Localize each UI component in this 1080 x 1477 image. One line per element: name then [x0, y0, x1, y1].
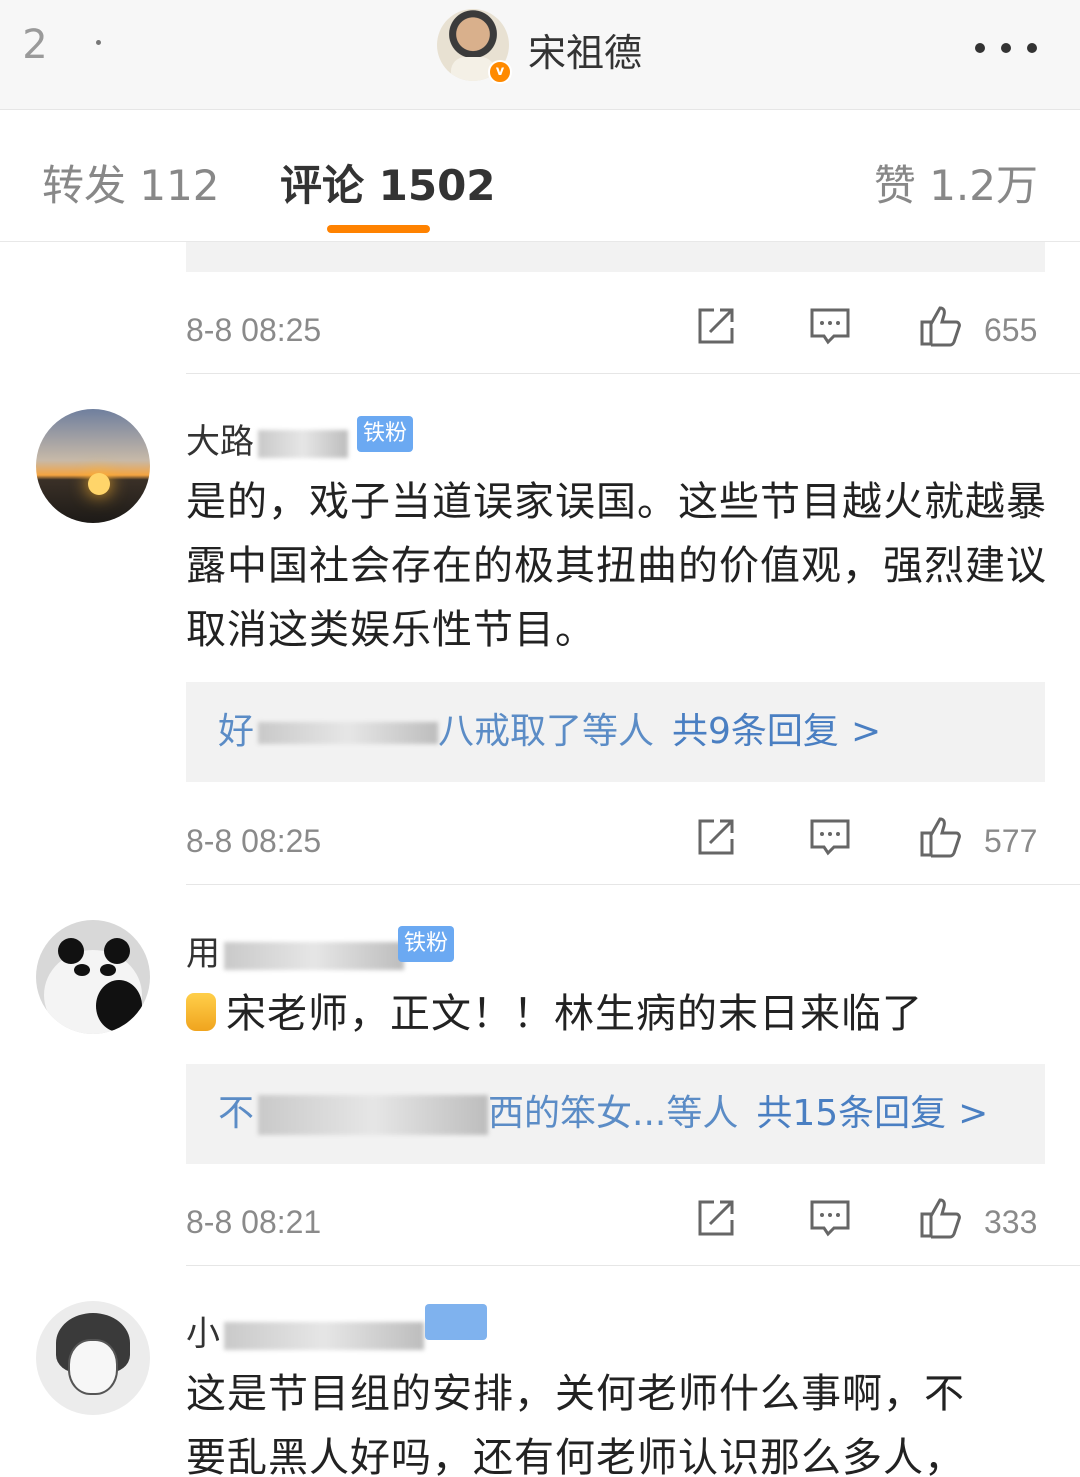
comment-text: 宋老师，正文！！林生病的末日来临了	[186, 982, 1056, 1046]
reply-count-link[interactable]: 共9条回复	[672, 711, 839, 752]
thumbs-up-emoji-icon	[186, 993, 216, 1031]
comment-icon[interactable]	[806, 1194, 854, 1242]
comment-list[interactable]: 8-8 08:25 655 大路 铁粉 是的，戏子当道误家误国。这些节目越火就越…	[0, 242, 1080, 1477]
like-count: 577	[984, 823, 1038, 859]
tab-comment[interactable]: 评论 1502	[280, 152, 496, 213]
like-count: 655	[984, 312, 1038, 348]
dot-icon	[96, 40, 101, 45]
chevron-right-icon: >	[958, 1093, 989, 1134]
thumbs-up-icon[interactable]	[916, 813, 964, 861]
chevron-right-icon: >	[850, 711, 882, 752]
share-icon[interactable]	[692, 1194, 740, 1242]
fan-badge	[425, 1304, 487, 1340]
blurred-text	[224, 1321, 424, 1350]
active-tab-indicator	[327, 225, 430, 233]
reply-preview[interactable]: 不西的笨女...等人 共15条回复 >	[186, 1064, 1045, 1164]
timestamp: 8-8 08:21	[186, 1204, 322, 1240]
tab-like[interactable]: 赞 1.2万	[874, 152, 1038, 213]
share-icon[interactable]	[692, 813, 740, 861]
comment-actions: 8-8 08:25 577	[186, 813, 1045, 873]
blurred-text	[258, 722, 439, 744]
username[interactable]: 大路	[186, 414, 348, 463]
fan-badge: 铁粉	[398, 926, 455, 962]
avatar[interactable]	[36, 1301, 150, 1415]
tab-repost[interactable]: 转发 112	[42, 152, 220, 213]
more-dots-icon[interactable]	[975, 38, 1055, 53]
blurred-text	[224, 941, 404, 970]
timestamp: 8-8 08:25	[186, 823, 322, 859]
reply-box[interactable]	[186, 242, 1045, 272]
comment-icon[interactable]	[806, 302, 854, 350]
reply-preview[interactable]: 好八戒取了等人 共9条回复 >	[186, 682, 1045, 782]
divider	[186, 884, 1080, 885]
thumbs-up-icon[interactable]	[916, 302, 964, 350]
comment-text: 这是节目组的安排，关何老师什么事啊，不 要乱黑人好吗，还有何老师认识那么多人，	[186, 1371, 965, 1477]
comment-icon[interactable]	[806, 813, 854, 861]
divider	[186, 1265, 1080, 1266]
blurred-text	[258, 429, 348, 458]
timestamp: 8-8 08:25	[186, 312, 322, 348]
share-icon[interactable]	[692, 302, 740, 350]
comment-actions: 8-8 08:21 333	[186, 1194, 1045, 1254]
thumbs-up-icon[interactable]	[916, 1194, 964, 1242]
fan-badge: 铁粉	[357, 416, 414, 452]
reply-count-link[interactable]: 共15条回复	[756, 1093, 946, 1134]
verified-icon: v	[488, 60, 512, 84]
avatar[interactable]	[36, 920, 150, 1034]
author-name[interactable]: 宋祖德	[528, 22, 642, 77]
divider	[186, 373, 1080, 374]
comment-actions: 8-8 08:25 655	[186, 302, 1045, 362]
blurred-text	[258, 1095, 489, 1135]
tab-bar: 转发 112 评论 1502 赞 1.2万	[0, 110, 1080, 242]
avatar[interactable]	[36, 409, 150, 523]
top-bar: 2 v 宋祖德	[0, 0, 1080, 110]
username[interactable]: 小	[186, 1306, 424, 1355]
username[interactable]: 用	[186, 926, 404, 975]
like-count: 333	[984, 1204, 1038, 1240]
back-button[interactable]: 2	[0, 0, 70, 90]
comment-text: 是的，戏子当道误家误国。这些节目越火就越暴露中国社会存在的极其扭曲的价值观，强烈…	[186, 479, 1047, 653]
